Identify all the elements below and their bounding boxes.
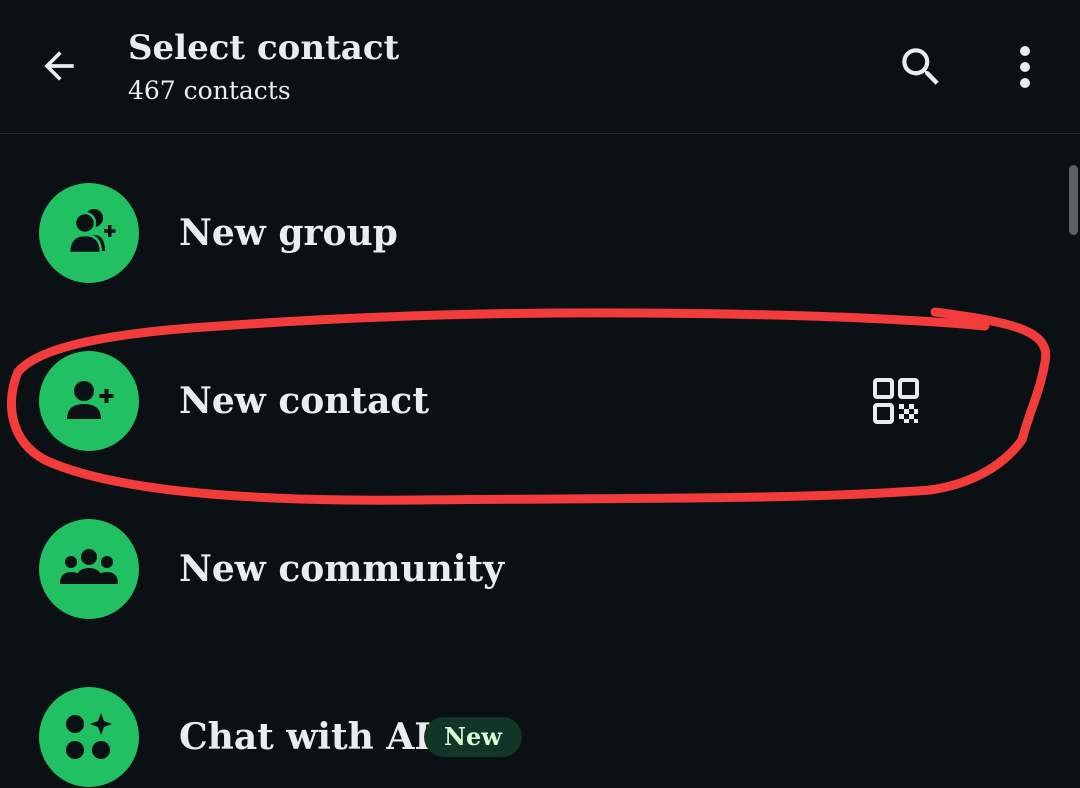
new-community-label: New community xyxy=(179,548,505,590)
person-add-icon xyxy=(67,381,114,419)
arrow-back-icon xyxy=(44,51,74,81)
new-contact-avatar xyxy=(39,351,139,451)
new-group-label: New group xyxy=(179,212,398,254)
page-title: Select contact xyxy=(128,28,400,68)
more-options-button[interactable] xyxy=(994,36,1056,98)
back-button[interactable] xyxy=(26,36,92,96)
scrollbar-thumb[interactable] xyxy=(1069,165,1078,235)
group-add-icon xyxy=(67,209,116,255)
more-vert-icon xyxy=(1020,46,1030,88)
search-icon xyxy=(902,48,939,85)
qr-code-icon xyxy=(873,378,919,424)
search-button[interactable] xyxy=(890,36,952,98)
new-contact-row[interactable]: New contact xyxy=(0,326,1060,476)
chat-with-ais-label: Chat with AIs xyxy=(179,716,452,758)
app-header: Select contact 467 contacts xyxy=(0,0,1080,134)
community-icon xyxy=(60,549,118,584)
contact-count: 467 contacts xyxy=(128,76,291,105)
new-group-row[interactable]: New group xyxy=(0,158,1060,308)
new-contact-label: New contact xyxy=(179,380,429,422)
chat-with-ais-row[interactable]: Chat with AIs New xyxy=(0,662,1060,788)
new-community-avatar xyxy=(39,519,139,619)
header-titles: Select contact 467 contacts xyxy=(128,26,399,108)
new-badge: New xyxy=(424,717,522,757)
chat-with-ais-avatar xyxy=(39,687,139,787)
select-contact-screen: Select contact 467 contacts New group Ne… xyxy=(0,0,1080,788)
new-community-row[interactable]: New community xyxy=(0,494,1060,644)
new-group-avatar xyxy=(39,183,139,283)
ai-chat-icon xyxy=(66,713,112,759)
qr-code-button[interactable] xyxy=(866,371,926,431)
